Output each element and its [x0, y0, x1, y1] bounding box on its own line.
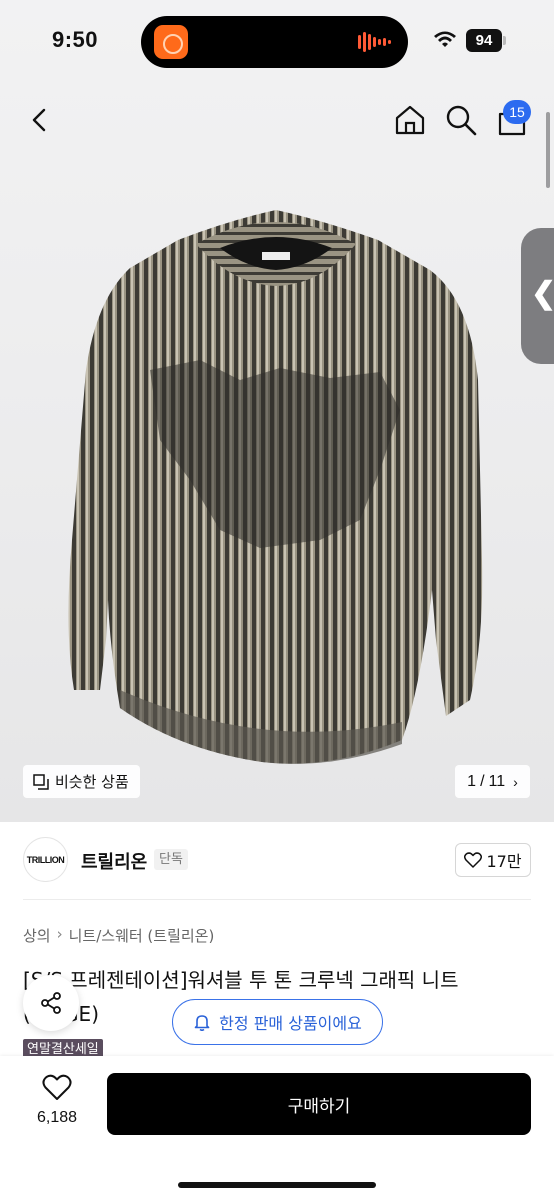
- share-button[interactable]: [23, 975, 79, 1031]
- chevron-left-icon: ❮: [531, 277, 554, 310]
- home-indicator[interactable]: [178, 1182, 376, 1188]
- image-page-counter[interactable]: 1 / 11 ›: [455, 765, 530, 798]
- page-separator: /: [480, 772, 485, 790]
- bell-icon: [194, 1015, 210, 1031]
- breadcrumb: 상의 › 니트/스웨터 (트릴리온): [23, 925, 214, 946]
- battery-indicator: 94: [466, 29, 502, 52]
- cart-count-badge: 15: [503, 100, 531, 124]
- home-icon[interactable]: [393, 103, 427, 137]
- similar-products-label: 비슷한 상품: [55, 773, 129, 791]
- heart-icon: [464, 852, 483, 868]
- limited-sale-label: 한정 판매 상품이에요: [219, 1014, 362, 1033]
- chevron-right-icon: ›: [56, 925, 63, 943]
- wishlist-count: 6,188: [36, 1109, 78, 1126]
- current-page: 1: [467, 772, 477, 790]
- total-pages: 11: [488, 772, 506, 790]
- search-icon[interactable]: [444, 103, 478, 137]
- back-icon[interactable]: [24, 104, 56, 136]
- battery-tip: [503, 36, 506, 45]
- audio-waveform-icon: [358, 32, 391, 52]
- buy-button[interactable]: 구매하기: [107, 1073, 531, 1135]
- status-bar: 9:50 94: [0, 0, 554, 84]
- clock: 9:50: [52, 27, 99, 52]
- heart-icon: [42, 1074, 72, 1100]
- dynamic-island[interactable]: [141, 16, 408, 68]
- breadcrumb-category[interactable]: 상의: [23, 925, 51, 946]
- exclusive-badge: 단독: [154, 849, 188, 870]
- divider: [23, 899, 531, 900]
- top-navigation: [0, 96, 554, 146]
- brand-like-button[interactable]: 17만: [455, 843, 531, 877]
- limited-sale-notice[interactable]: 한정 판매 상품이에요: [172, 999, 383, 1045]
- similar-products-button[interactable]: 비슷한 상품: [23, 765, 140, 798]
- wishlist-button[interactable]: 6,188: [26, 1074, 88, 1134]
- bottom-action-bar: 6,188 구매하기: [0, 1056, 554, 1200]
- wifi-icon: [434, 31, 456, 47]
- brand-row: TRILLION 트릴리온 단독 17만: [0, 822, 554, 898]
- share-icon: [41, 992, 61, 1014]
- breadcrumb-subcategory[interactable]: 니트/스웨터 (트릴리온): [69, 925, 215, 946]
- recording-app-icon: [154, 25, 188, 59]
- brand-like-count: 17만: [486, 852, 522, 871]
- chevron-right-icon: ›: [513, 773, 518, 790]
- brand-logo[interactable]: TRILLION: [23, 837, 68, 882]
- side-panel-tab[interactable]: ❮: [521, 228, 554, 364]
- copy-icon: [33, 773, 49, 790]
- brand-name[interactable]: 트릴리온: [81, 848, 147, 874]
- scrollbar[interactable]: [546, 112, 550, 188]
